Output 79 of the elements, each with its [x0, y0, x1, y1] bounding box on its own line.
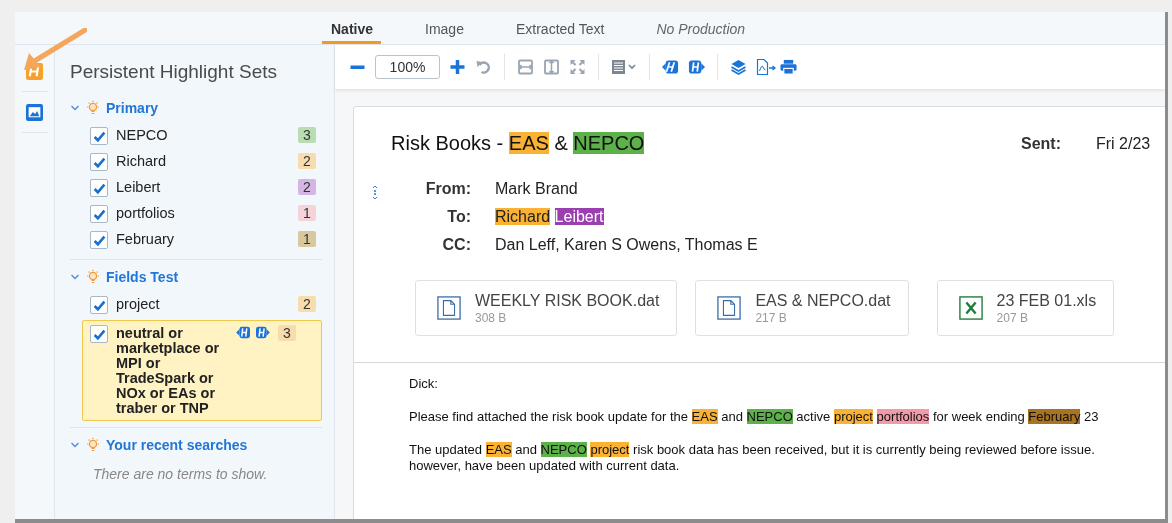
term-row[interactable]: portfolios 1 [70, 201, 322, 227]
group-name[interactable]: Primary [106, 100, 159, 116]
hit-count: 2 [298, 153, 316, 169]
group-name[interactable]: Fields Test [106, 269, 179, 285]
empty-message: There are no terms to show. [92, 465, 269, 482]
tab[interactable]: Extracted Text [515, 12, 605, 44]
file-name: 23 FEB 01.xls [996, 291, 1097, 310]
attachment-card[interactable]: WEEKLY RISK BOOK.dat 308 B [415, 280, 678, 336]
checkbox[interactable] [90, 127, 108, 145]
field-label: From: [424, 180, 471, 198]
field-value: Dan Leff, Karen S Owens, Thomas E [495, 236, 758, 254]
undo-icon[interactable] [475, 59, 492, 75]
panel-title: Persistent Highlight Sets [70, 60, 278, 84]
zoom-in-icon[interactable] [449, 59, 466, 75]
term-label: project [116, 296, 161, 312]
field-value: Mark Brand [495, 180, 579, 198]
term-label: portfolios [116, 205, 176, 221]
collapse-caret-icon[interactable] [70, 440, 80, 450]
next-highlight-icon[interactable] [255, 326, 270, 339]
file-name: WEEKLY RISK BOOK.dat [475, 291, 660, 310]
term-label: NEPCO [116, 127, 169, 143]
term-label: February [116, 231, 176, 247]
hit-count: 1 [298, 231, 316, 247]
next-highlight-icon[interactable] [688, 59, 705, 75]
hit-count: 3 [298, 127, 316, 143]
checkbox[interactable] [90, 205, 108, 223]
fit-width-icon[interactable] [517, 59, 534, 75]
term-row[interactable]: project 2 [70, 292, 322, 318]
print-icon[interactable] [780, 59, 797, 75]
checkbox[interactable] [90, 153, 108, 171]
checkbox[interactable] [90, 296, 108, 314]
checkbox[interactable] [90, 325, 108, 343]
fit-height-icon[interactable] [543, 59, 560, 75]
term-row[interactable]: February 1 [70, 227, 322, 253]
collapse-caret-icon[interactable] [70, 272, 80, 282]
layers-icon[interactable] [730, 59, 747, 75]
selected-term-row[interactable]: neutral or marketplace or MPI or TradeSpark or NOx or EAs or traber or TNP 3 [82, 320, 322, 421]
previous-highlight-icon[interactable] [236, 326, 251, 339]
term-row[interactable]: Richard 2 [70, 149, 322, 175]
lightbulb-icon [85, 437, 101, 453]
checkbox[interactable] [90, 231, 108, 249]
term-row[interactable]: Leibert 2 [70, 175, 322, 201]
file-size: 207 B [996, 310, 1029, 325]
checkbox[interactable] [90, 179, 108, 197]
zoom-field[interactable]: 100% [375, 55, 440, 79]
image-icon[interactable] [26, 103, 43, 121]
field-value: Fri 2/23 [1095, 134, 1151, 153]
term-label: Leibert [116, 179, 162, 195]
collapse-caret-icon[interactable] [70, 103, 80, 113]
page-dropdown-icon[interactable] [611, 59, 637, 75]
term-label: neutral or marketplace or MPI or TradeSpark or NOx or EAs or traber or TNP [116, 325, 221, 416]
spreadsheet-file-icon [958, 296, 983, 320]
file-size: 217 B [755, 310, 788, 325]
lightbulb-icon [85, 100, 101, 116]
term-label: Richard [116, 153, 167, 169]
field-value: Richard Leibert [495, 208, 605, 226]
fullscreen-icon[interactable] [569, 59, 586, 75]
tab[interactable]: Image [425, 12, 464, 44]
attachment-card[interactable]: 23 FEB 01.xls 207 B [936, 280, 1115, 336]
lightbulb-icon [85, 269, 101, 285]
field-label: CC: [441, 236, 471, 254]
field-label: To: [446, 208, 471, 226]
document-file-icon [717, 296, 742, 320]
hit-count: 1 [298, 205, 316, 221]
file-name: EAS & NEPCO.dat [755, 291, 891, 310]
hit-count: 3 [278, 325, 296, 341]
pdf-export-icon[interactable] [756, 58, 778, 76]
term-row[interactable]: NEPCO 3 [70, 123, 322, 149]
document-file-icon [437, 296, 461, 320]
field-label: Sent: [1021, 134, 1062, 153]
file-size: 308 B [475, 310, 508, 325]
hit-count: 2 [298, 296, 316, 312]
expand-collapse-icon[interactable] [372, 185, 378, 201]
body-text: Dick: [409, 376, 439, 392]
attachment-card[interactable]: EAS & NEPCO.dat 217 B [695, 280, 909, 336]
hit-count: 2 [298, 179, 316, 195]
previous-highlight-icon[interactable] [662, 59, 679, 75]
group-name[interactable]: Your recent searches [106, 437, 248, 453]
email-subject: Risk Books - EAS & NEPCO [391, 132, 646, 155]
